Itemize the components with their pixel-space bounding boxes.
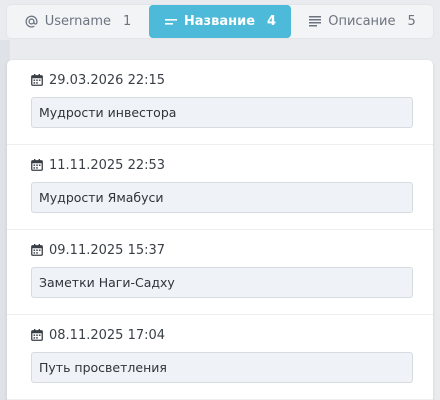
entry-title-field[interactable]: Мудрости Ямабуси (31, 182, 413, 213)
calendar-icon (31, 244, 43, 256)
description-icon (308, 15, 322, 29)
entry-date-text: 08.11.2025 17:04 (49, 327, 166, 343)
calendar-icon (31, 329, 43, 341)
tab-username[interactable]: Username 1 (7, 5, 149, 38)
results-list: 29.03.2026 22:15 Мудрости инвестора 11.1… (7, 60, 433, 400)
entry-date: 09.11.2025 15:37 (31, 242, 413, 258)
tab-username-count: 1 (123, 14, 132, 29)
list-item: 29.03.2026 22:15 Мудрости инвестора (7, 60, 433, 145)
tab-description-label: Описание (328, 14, 396, 29)
title-icon (164, 15, 178, 29)
at-icon (25, 15, 39, 29)
tab-title[interactable]: Название 4 (149, 5, 291, 38)
list-item: 09.11.2025 15:37 Заметки Наги-Садху (7, 230, 433, 315)
search-scope-tabs: Username 1 Название 4 Описание 5 (7, 5, 433, 38)
tab-username-label: Username (44, 14, 111, 29)
calendar-icon (31, 74, 43, 86)
entry-date: 08.11.2025 17:04 (31, 327, 413, 343)
list-item: 11.11.2025 22:53 Мудрости Ямабуси (7, 145, 433, 230)
entry-title-field[interactable]: Заметки Наги-Садху (31, 267, 413, 298)
entry-title-field[interactable]: Мудрости инвестора (31, 97, 413, 128)
list-item: 08.11.2025 17:04 Путь просветления (7, 315, 433, 400)
entry-date: 29.03.2026 22:15 (31, 72, 413, 88)
tab-description[interactable]: Описание 5 (291, 5, 433, 38)
entry-date-text: 09.11.2025 15:37 (49, 242, 166, 258)
tab-title-count: 4 (267, 14, 277, 29)
tab-title-label: Название (183, 14, 256, 29)
entry-date-text: 11.11.2025 22:53 (49, 157, 166, 173)
tab-description-count: 5 (407, 14, 416, 29)
entry-date: 11.11.2025 22:53 (31, 157, 413, 173)
calendar-icon (31, 159, 43, 171)
entry-date-text: 29.03.2026 22:15 (49, 72, 166, 88)
entry-title-field[interactable]: Путь просветления (31, 352, 413, 383)
